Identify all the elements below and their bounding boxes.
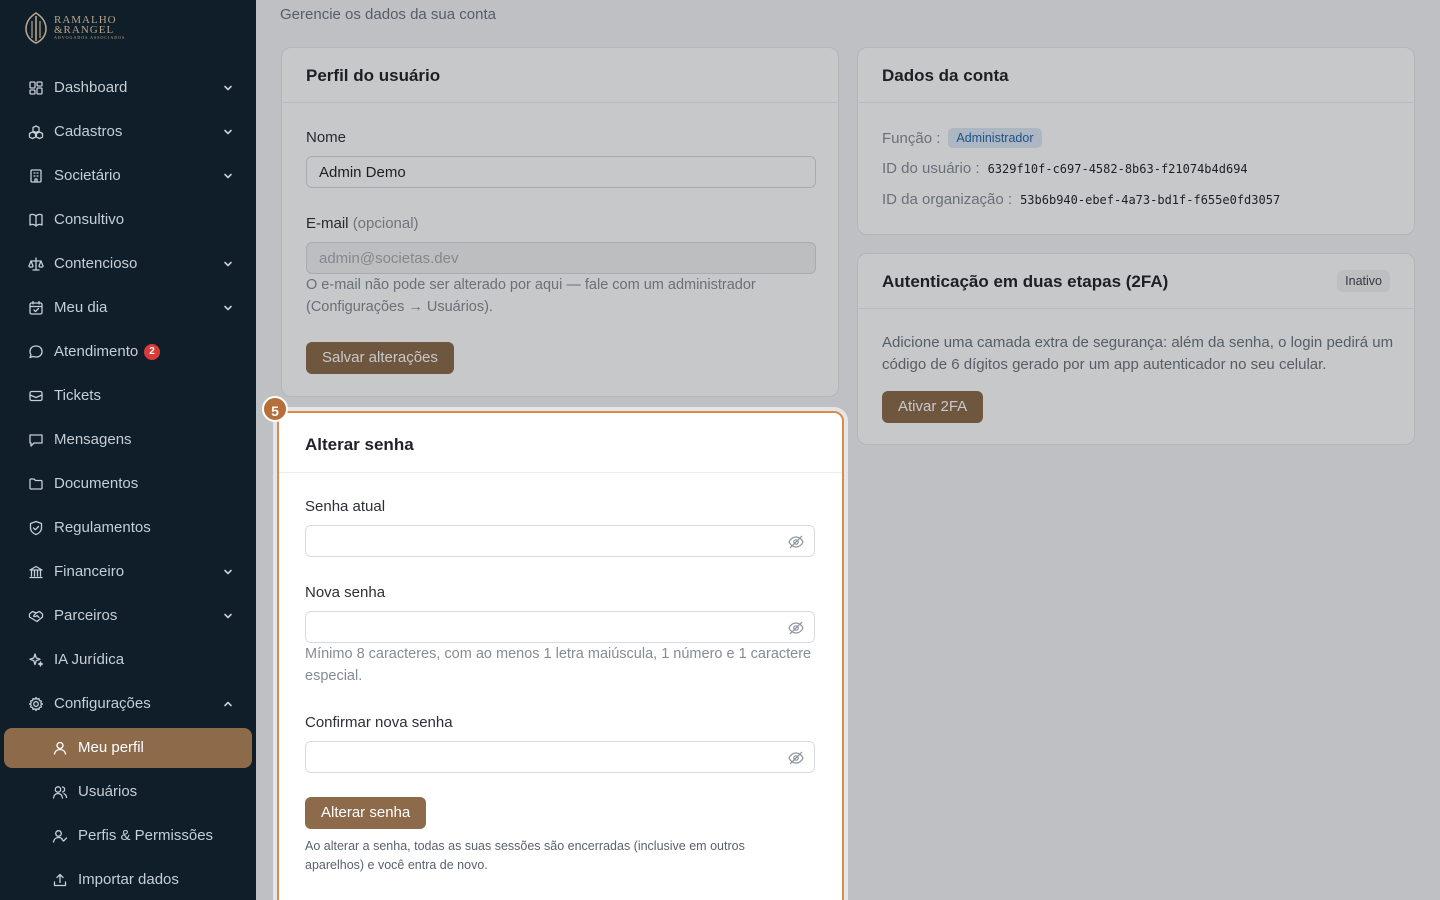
users-icon — [52, 786, 68, 799]
new-password-input[interactable] — [305, 611, 815, 643]
sidebar-item-label: Atendimento — [54, 343, 139, 360]
change-password-button[interactable]: Alterar senha — [305, 797, 427, 829]
sidebar-item-tickets[interactable]: Tickets — [4, 376, 252, 416]
sidebar-item-label: Parceiros — [54, 607, 118, 624]
building-icon — [30, 169, 42, 183]
sidebar-item-documentos[interactable]: Documentos — [4, 464, 252, 504]
ticket-icon — [29, 390, 43, 402]
dashboard-icon — [29, 81, 43, 95]
cubes-icon — [28, 125, 44, 140]
sidebar-item-label: Regulamentos — [54, 519, 151, 536]
confirm-password-label: Confirmar nova senha — [305, 714, 453, 731]
sidebar-item-meu-dia[interactable]: Meu dia — [4, 288, 252, 328]
current-password-input[interactable] — [305, 525, 815, 557]
chat-icon — [29, 345, 43, 359]
sidebar-item-contencioso[interactable]: Contencioso — [4, 244, 252, 284]
sidebar-subitem-label: Meu perfil — [78, 739, 144, 756]
sidebar-item-societario[interactable]: Societário — [4, 156, 252, 196]
sidebar-item-label: Financeiro — [54, 563, 125, 580]
sidebar-item-label: Configurações — [54, 695, 151, 712]
sidebar: RAMALHO &RANGEL ADVOGADOS ASSOCIADOS Das… — [0, 0, 256, 900]
change-password-title: Alterar senha — [305, 435, 414, 454]
sidebar-item-label: Contencioso — [54, 255, 138, 272]
chevron-down-icon[interactable] — [222, 126, 234, 138]
book-icon — [29, 213, 43, 227]
sidebar-item-label: Consultivo — [54, 211, 125, 228]
sidebar-item-dashboard[interactable]: Dashboard — [4, 68, 252, 108]
sidebar-item-mensagens[interactable]: Mensagens — [4, 420, 252, 460]
eye-off-icon[interactable] — [788, 534, 804, 550]
sidebar-item-ia-juridica[interactable]: IA Jurídica — [4, 640, 252, 680]
sidebar-item-consultivo[interactable]: Consultivo — [4, 200, 252, 240]
sidebar-subitem-importar-dados[interactable]: Importar dados — [4, 860, 252, 900]
sidebar-subitem-meu-perfil[interactable]: Meu perfil — [4, 728, 252, 768]
logo-icon — [25, 12, 47, 44]
change-password-note: Ao alterar a senha, todas as suas sessõe… — [305, 839, 745, 872]
sidebar-item-regulamentos[interactable]: Regulamentos — [4, 508, 252, 548]
chevron-down-icon[interactable] — [222, 258, 234, 270]
eye-off-icon[interactable] — [788, 620, 804, 636]
new-password-label: Nova senha — [305, 584, 386, 601]
chevron-down-icon[interactable] — [222, 610, 234, 622]
user-check-icon — [52, 830, 68, 843]
chevron-down-icon[interactable] — [222, 566, 234, 578]
gear-icon — [28, 696, 44, 712]
user-icon — [53, 741, 67, 755]
sidebar-item-label: Meu dia — [54, 299, 108, 316]
sidebar-item-label: Cadastros — [54, 123, 123, 140]
confirm-password-input[interactable] — [305, 741, 815, 773]
chevron-up-icon[interactable] — [222, 698, 234, 710]
sidebar-subitem-perfis-permissoes[interactable]: Perfis & Permissões — [4, 816, 252, 856]
handshake-icon — [28, 610, 44, 623]
sidebar-subitem-usuarios[interactable]: Usuários — [4, 772, 252, 812]
brand-logo[interactable]: RAMALHO &RANGEL ADVOGADOS ASSOCIADOS — [24, 12, 125, 44]
sparkles-icon — [29, 653, 44, 667]
current-password-label: Senha atual — [305, 498, 386, 515]
calendar-icon — [29, 300, 43, 315]
notification-badge: 2 — [144, 344, 160, 360]
sidebar-item-label: Documentos — [54, 475, 139, 492]
sidebar-item-label: Tickets — [54, 387, 101, 404]
sidebar-subitem-label: Importar dados — [78, 871, 179, 888]
sidebar-item-label: Societário — [54, 167, 121, 184]
new-password-help: Mínimo 8 caracteres, com ao menos 1 letr… — [305, 646, 812, 684]
shield-icon — [29, 520, 43, 536]
change-password-card: Alterar senha Senha atual Nova senha Mín… — [277, 411, 844, 900]
upload-icon — [53, 873, 67, 887]
sidebar-subitem-label: Usuários — [78, 783, 138, 800]
chevron-down-icon[interactable] — [222, 82, 234, 94]
eye-off-icon[interactable] — [788, 750, 804, 766]
sidebar-item-label: Mensagens — [54, 431, 132, 448]
sidebar-subitem-label: Perfis & Permissões — [78, 827, 214, 844]
logo-text: RAMALHO &RANGEL ADVOGADOS ASSOCIADOS — [54, 14, 126, 41]
chevron-down-icon[interactable] — [222, 302, 234, 314]
chevron-down-icon[interactable] — [222, 170, 234, 182]
sidebar-item-label: Dashboard — [54, 79, 128, 96]
sidebar-item-parceiros[interactable]: Parceiros — [4, 596, 252, 636]
bank-icon — [29, 565, 43, 579]
message-icon — [29, 434, 43, 447]
divider — [279, 472, 842, 473]
sidebar-item-cadastros[interactable]: Cadastros — [4, 112, 252, 152]
tour-step-badge: 5 — [262, 396, 288, 422]
scale-icon — [28, 257, 44, 271]
folder-icon — [29, 478, 43, 490]
sidebar-item-label: IA Jurídica — [54, 651, 125, 668]
sidebar-item-configuracoes[interactable]: Configurações — [4, 684, 252, 724]
sidebar-item-financeiro[interactable]: Financeiro — [4, 552, 252, 592]
sidebar-item-atendimento[interactable]: Atendimento 2 — [4, 332, 252, 372]
